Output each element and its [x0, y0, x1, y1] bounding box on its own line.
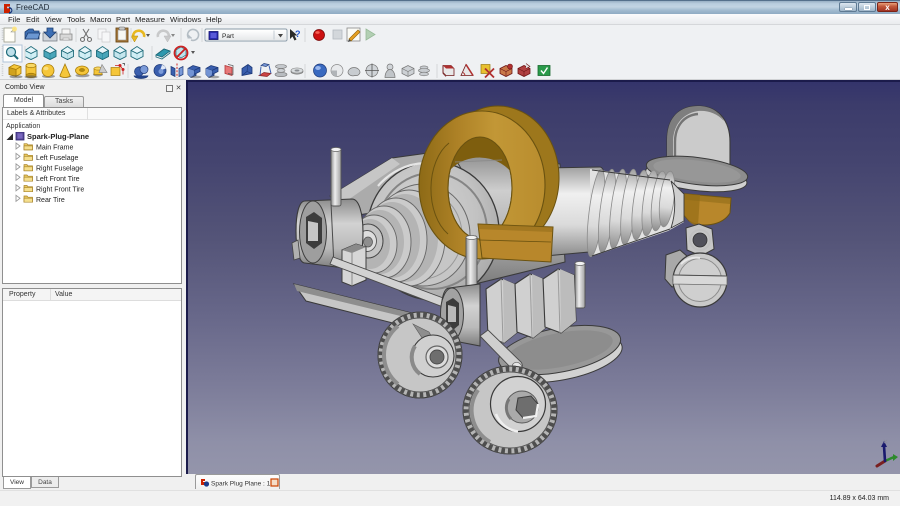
svg-text:Spark Plug Plane : 1: Spark Plug Plane : 1 — [211, 481, 271, 488]
svg-text:Main Frame: Main Frame — [36, 145, 73, 152]
svg-text:Spark-Plug-Plane: Spark-Plug-Plane — [27, 132, 89, 141]
svg-text:Right Front Tire: Right Front Tire — [36, 186, 84, 193]
svg-text:Left Fuselage: Left Fuselage — [36, 155, 79, 162]
svg-text:?: ? — [295, 29, 301, 39]
svg-text:Left Front Tire: Left Front Tire — [36, 176, 80, 183]
svg-text:Right Fuselage: Right Fuselage — [36, 165, 83, 172]
svg-text:Rear Tire: Rear Tire — [36, 197, 65, 204]
svg-text:Part: Part — [222, 33, 234, 40]
